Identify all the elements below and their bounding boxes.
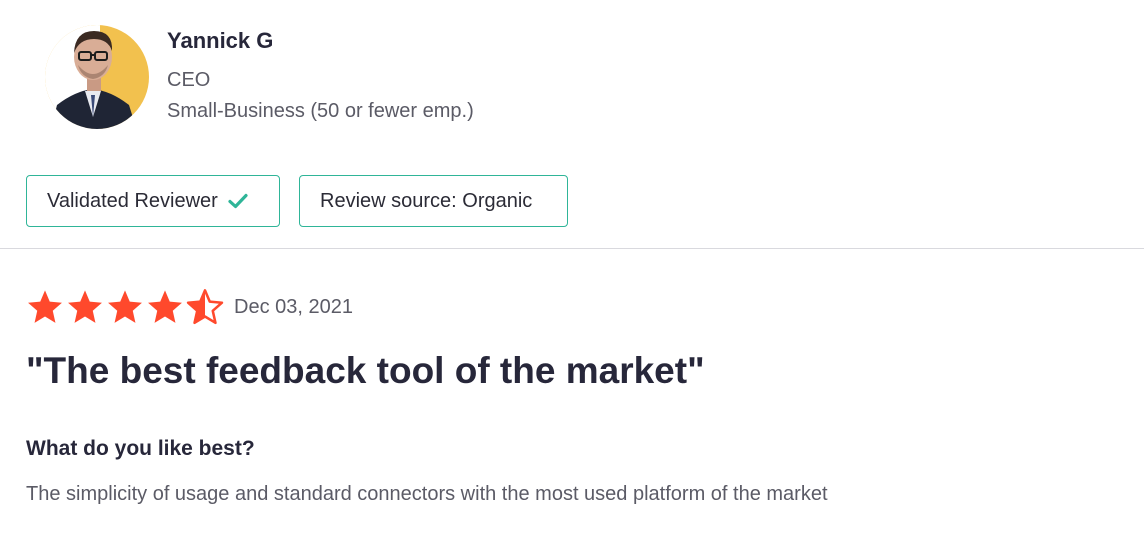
review-answer: The simplicity of usage and standard con…	[26, 483, 828, 505]
review-date: Dec 03, 2021	[234, 296, 353, 318]
star-icon	[28, 290, 62, 323]
review-source-badge[interactable]: Review source: Organic	[299, 175, 568, 227]
star-icon	[68, 290, 102, 323]
review-question: What do you like best?	[26, 437, 255, 460]
star-rating	[26, 288, 224, 326]
star-icon	[108, 290, 142, 323]
review-source-label: Review source: Organic	[320, 189, 533, 212]
avatar	[45, 17, 149, 137]
reviewer-name: Yannick G	[167, 28, 274, 53]
half-star-icon	[186, 289, 224, 325]
check-icon	[228, 193, 248, 209]
review-title: "The best feedback tool of the market"	[26, 350, 705, 391]
divider	[0, 248, 1144, 249]
validated-reviewer-badge[interactable]: Validated Reviewer	[26, 175, 280, 227]
reviewer-role: CEO	[167, 69, 211, 91]
reviewer-company-size: Small-Business (50 or fewer emp.)	[167, 100, 474, 122]
validated-reviewer-label: Validated Reviewer	[47, 189, 218, 212]
star-icon	[148, 290, 182, 323]
